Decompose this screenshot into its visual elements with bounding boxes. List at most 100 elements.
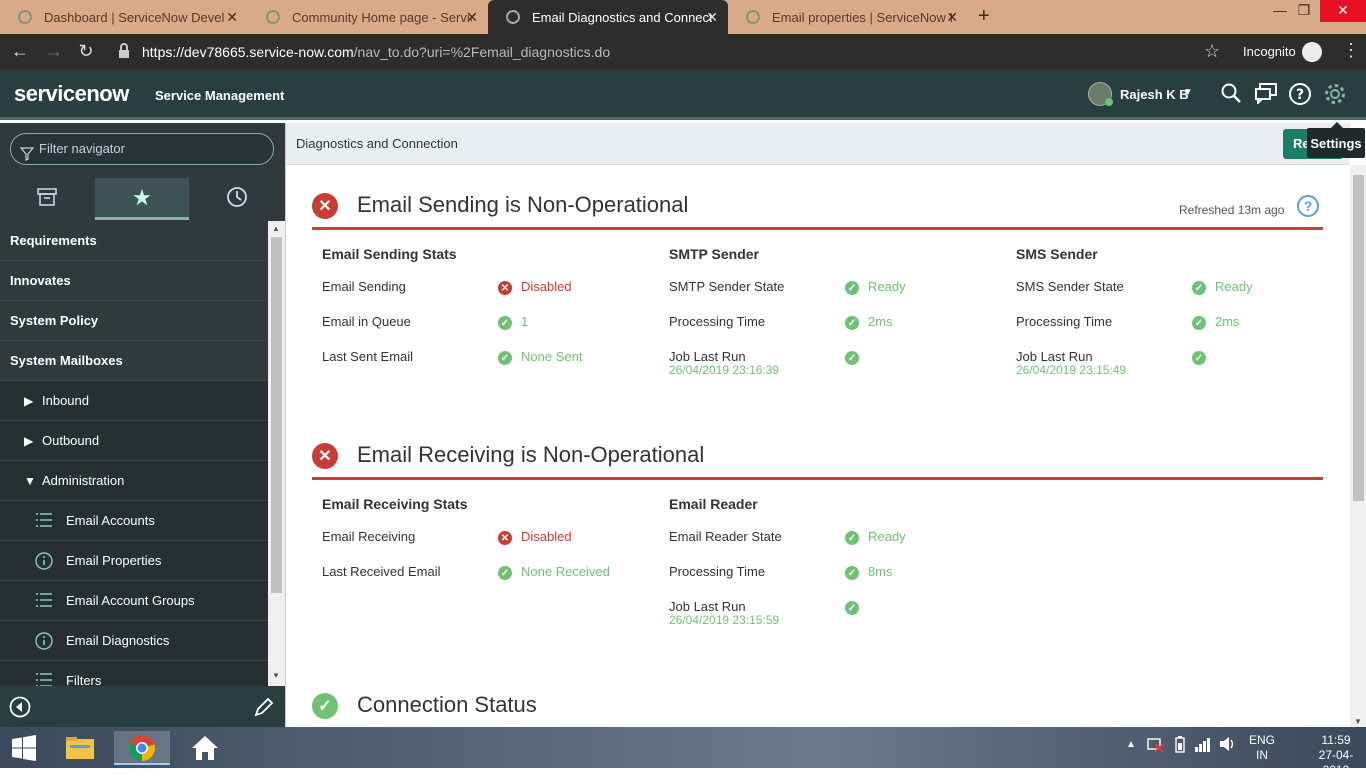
connection-status-section: ✓ Connection Status xyxy=(312,688,1323,727)
section-title: Connection Status xyxy=(357,692,537,717)
new-tab-button[interactable]: + xyxy=(978,5,990,28)
nav-module-administration[interactable]: ▼ Administration xyxy=(0,461,268,501)
language-indicator[interactable]: ENG IN xyxy=(1249,733,1275,763)
archive-icon xyxy=(37,187,57,211)
connect-chat-icon[interactable] xyxy=(1254,82,1278,106)
scroll-down-icon[interactable]: ▼ xyxy=(1354,717,1362,726)
stat-row: Email Sending ✕ Disabled xyxy=(322,279,572,295)
nav-app-innovates[interactable]: Innovates xyxy=(0,261,268,301)
main-scrollbar[interactable]: ▼ xyxy=(1350,165,1366,727)
edit-pencil-icon[interactable] xyxy=(253,696,275,723)
stat-row: Processing Time ✓ 2ms xyxy=(669,314,893,330)
navigator-scrollbar[interactable]: ▲ ▼ xyxy=(268,221,285,686)
close-tab-icon[interactable]: ✕ xyxy=(466,9,478,26)
collapse-navigator-icon[interactable] xyxy=(9,696,31,723)
close-window-button[interactable]: ✕ xyxy=(1320,0,1366,22)
close-tab-icon[interactable]: ✕ xyxy=(226,9,238,26)
check-icon: ✓ xyxy=(845,531,859,545)
stat-row: Job Last Run ✓ 26/04/2019 23:15:49 xyxy=(1006,349,1336,384)
scrollbar-thumb[interactable] xyxy=(271,237,282,593)
stat-row: Job Last Run ✓ 26/04/2019 23:15:59 xyxy=(659,599,989,634)
column-heading: SMTP Sender xyxy=(669,246,759,262)
chrome-taskbar-icon[interactable] xyxy=(114,731,170,765)
section-header: ✓ Connection Status xyxy=(312,688,1323,727)
close-tab-icon[interactable]: ✕ xyxy=(706,9,718,26)
browser-tab-dashboard[interactable]: Dashboard | ServiceNow Develop ✕ xyxy=(0,0,248,34)
email-sending-section: ✕ Email Sending is Non-Operational Refre… xyxy=(312,188,1323,418)
check-icon: ✓ xyxy=(1192,351,1206,365)
back-button[interactable]: ← xyxy=(8,41,32,62)
help-icon[interactable]: ? xyxy=(1288,82,1312,106)
sms-sender-column: SMS Sender SMS Sender State ✓ Ready Proc… xyxy=(1006,246,1336,384)
browser-tab-email-diagnostics[interactable]: Email Diagnostics and Connectio ✕ xyxy=(488,0,728,34)
network-warning-icon[interactable] xyxy=(1146,735,1164,756)
servicenow-favicon-icon xyxy=(506,10,520,24)
check-icon: ✓ xyxy=(312,693,338,719)
file-explorer-icon[interactable] xyxy=(60,731,100,765)
email-reader-column: Email Reader Email Reader State ✓ Ready … xyxy=(659,496,989,634)
nav-module-inbound[interactable]: ▶ Inbound xyxy=(0,381,268,421)
browser-tab-email-properties[interactable]: Email properties | ServiceNow Do ✕ xyxy=(728,0,968,34)
help-icon[interactable]: ? xyxy=(1297,195,1319,217)
stat-row: SMS Sender State ✓ Ready xyxy=(1016,279,1253,295)
battery-icon[interactable] xyxy=(1174,735,1186,756)
signal-icon[interactable] xyxy=(1194,735,1212,756)
check-icon: ✓ xyxy=(845,601,859,615)
servicenow-logo[interactable]: servicenow xyxy=(14,81,129,107)
nav-item-email-properties[interactable]: Email Properties xyxy=(0,541,268,581)
nav-item-filters[interactable]: Filters xyxy=(0,661,268,686)
application-navigator: Filter navigator ★ Requirements Innovate… xyxy=(0,123,285,727)
check-icon: ✓ xyxy=(845,351,859,365)
email-receiving-stats-column: Email Receiving Stats Email Receiving ✕ … xyxy=(312,496,642,599)
nav-module-outbound[interactable]: ▶ Outbound xyxy=(0,421,268,461)
browser-tab-community[interactable]: Community Home page - Service ✕ xyxy=(248,0,488,34)
check-icon: ✓ xyxy=(498,566,512,580)
nav-item-email-account-groups[interactable]: Email Account Groups xyxy=(0,581,268,621)
nav-item-email-diagnostics[interactable]: Email Diagnostics xyxy=(0,621,268,661)
chevron-down-icon[interactable]: ▼ xyxy=(1183,87,1193,98)
tray-expand-icon[interactable]: ▲ xyxy=(1126,739,1136,750)
nav-app-system-mailboxes[interactable]: System Mailboxes xyxy=(0,341,268,381)
servicenow-favicon-icon xyxy=(18,10,32,24)
tab-history[interactable] xyxy=(190,178,284,220)
close-tab-icon[interactable]: ✕ xyxy=(946,9,958,26)
error-x-icon: ✕ xyxy=(312,443,338,469)
user-menu[interactable]: Rajesh K B xyxy=(1120,87,1189,102)
search-icon[interactable] xyxy=(1220,82,1244,106)
scroll-down-icon[interactable]: ▼ xyxy=(272,671,280,680)
restore-button[interactable]: ❐ xyxy=(1286,0,1322,22)
column-heading: SMS Sender xyxy=(1016,246,1098,262)
incognito-icon[interactable] xyxy=(1302,42,1322,62)
address-bar: ← → ↻ https://dev78665.service-now.com/n… xyxy=(0,34,1366,70)
forward-button[interactable]: → xyxy=(42,41,66,62)
gear-icon[interactable] xyxy=(1323,82,1347,106)
nav-item-email-accounts[interactable]: Email Accounts xyxy=(0,501,268,541)
stat-row: SMTP Sender State ✓ Ready xyxy=(669,279,906,295)
caret-down-icon: ▼ xyxy=(24,473,36,488)
windows-start-icon[interactable] xyxy=(4,731,44,765)
scroll-up-icon[interactable]: ▲ xyxy=(272,224,280,233)
nav-app-requirements[interactable]: Requirements xyxy=(0,221,268,261)
svg-text:?: ? xyxy=(1296,87,1304,103)
tab-all-apps[interactable] xyxy=(0,178,94,220)
filter-navigator-input[interactable]: Filter navigator xyxy=(10,133,274,165)
check-icon: ✓ xyxy=(845,281,859,295)
browser-menu-icon[interactable]: ⋮ xyxy=(1342,40,1360,61)
clock[interactable]: 11:59 27-04-2019 xyxy=(1306,733,1366,778)
home-icon[interactable] xyxy=(185,731,225,765)
tab-favorites[interactable]: ★ xyxy=(95,178,189,220)
nav-app-system-policy[interactable]: System Policy xyxy=(0,301,268,341)
bookmark-star-icon[interactable]: ☆ xyxy=(1204,41,1220,62)
main-content: Diagnostics and Connection Re ▼ ✕ Email … xyxy=(285,123,1366,727)
stat-row: Email Receiving ✕ Disabled xyxy=(322,529,572,545)
incognito-label: Incognito xyxy=(1243,44,1296,59)
reload-button[interactable]: ↻ xyxy=(74,41,98,62)
check-icon: ✓ xyxy=(1192,316,1206,330)
scrollbar-thumb[interactable] xyxy=(1353,175,1364,501)
url-field[interactable]: https://dev78665.service-now.com/nav_to.… xyxy=(142,44,610,60)
error-x-icon: ✕ xyxy=(498,281,512,295)
volume-icon[interactable] xyxy=(1218,735,1236,756)
servicenow-favicon-icon xyxy=(266,10,280,24)
section-title: Email Sending is Non-Operational xyxy=(357,192,689,217)
column-heading: Email Reader xyxy=(669,496,758,512)
